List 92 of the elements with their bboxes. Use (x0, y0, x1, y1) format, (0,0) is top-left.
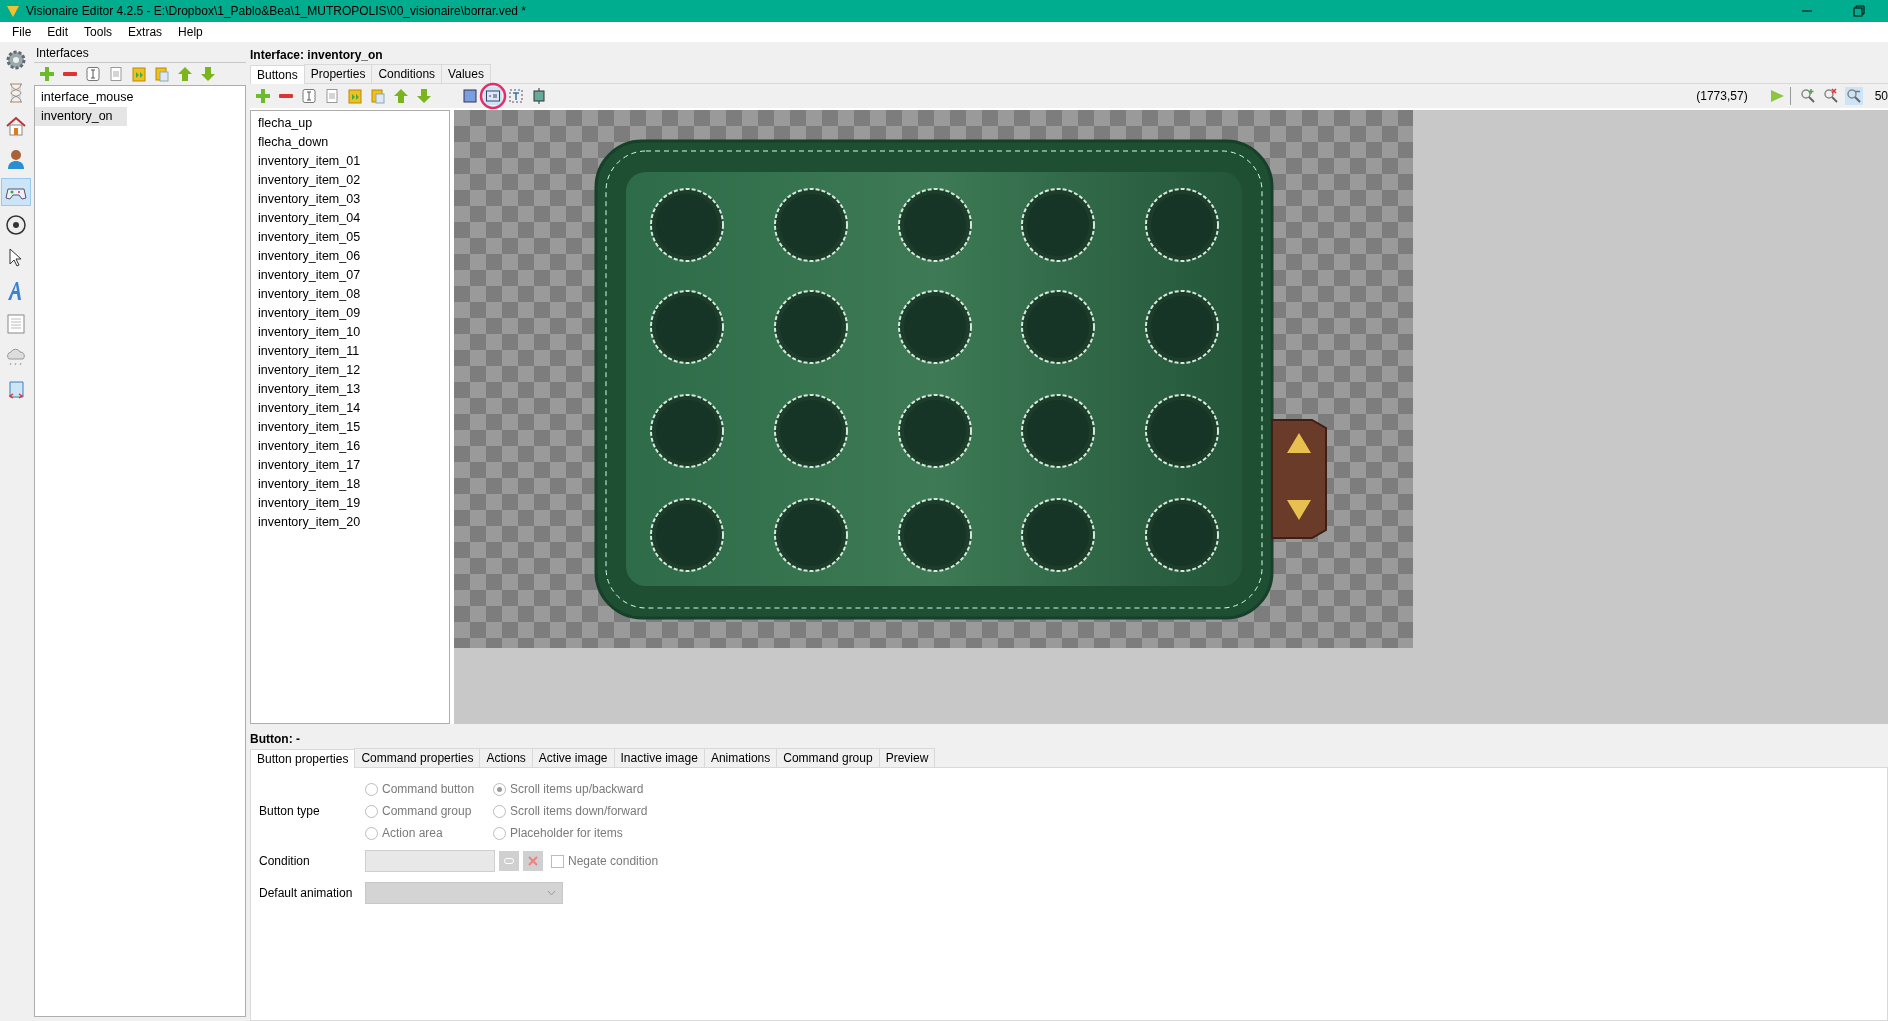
field-label: Button type (259, 804, 321, 818)
button-item[interactable]: inventory_item_11 (251, 342, 449, 361)
add-icon[interactable] (39, 66, 55, 82)
radio-label: Scroll items up/backward (510, 782, 644, 796)
button-item[interactable]: inventory_item_20 (251, 513, 449, 532)
radio-label: Command group (382, 804, 472, 818)
radio-label: Placeholder for items (510, 826, 623, 840)
button-item[interactable]: inventory_item_05 (251, 228, 449, 247)
panel-title: Interfaces (34, 46, 246, 63)
arrow-up-icon[interactable] (177, 66, 193, 82)
button-item[interactable]: inventory_item_04 (251, 209, 449, 228)
app-logo-icon (6, 4, 20, 18)
tab[interactable]: Buttons (250, 65, 305, 84)
interface-item[interactable]: inventory_on (35, 107, 127, 126)
tab[interactable]: Preview (878, 748, 936, 767)
cursor-coordinates: (1773,57) (1696, 89, 1748, 103)
field-label: Default animation (259, 886, 354, 900)
radio-option[interactable]: Command button (365, 782, 493, 796)
close-icon (528, 856, 538, 866)
text-area-icon[interactable] (508, 88, 524, 104)
menu-item[interactable]: Help (170, 25, 211, 39)
rename-icon[interactable] (85, 66, 101, 82)
radio-label: Action area (382, 826, 443, 840)
button-item[interactable]: flecha_down (251, 133, 449, 152)
clear-button[interactable] (523, 851, 543, 871)
play-icon[interactable] (1768, 88, 1785, 104)
button-heading: Button: - (250, 732, 301, 746)
menu-item[interactable]: File (4, 25, 40, 39)
radio-option[interactable]: Scroll items down/forward (493, 804, 1879, 818)
button-item[interactable]: inventory_item_10 (251, 323, 449, 342)
highlight-circle (479, 82, 507, 110)
radio-option[interactable]: Scroll items up/backward (493, 782, 1879, 796)
button-item[interactable]: flecha_up (251, 114, 449, 133)
radio-option[interactable]: Placeholder for items (493, 826, 1879, 840)
chevron-down-icon (547, 890, 556, 896)
button-item[interactable]: inventory_item_14 (251, 399, 449, 418)
button-item[interactable]: inventory_item_06 (251, 247, 449, 266)
document-icon[interactable] (324, 88, 340, 104)
tab[interactable]: Properties (303, 64, 373, 83)
menu-item[interactable]: Extras (120, 25, 171, 39)
button-item[interactable]: inventory_item_16 (251, 437, 449, 456)
button-item[interactable]: inventory_item_13 (251, 380, 449, 399)
link-icon (504, 858, 514, 864)
add-icon[interactable] (255, 88, 271, 104)
radio-label: Scroll items down/forward (510, 804, 648, 818)
zoom-in-icon[interactable] (1799, 88, 1816, 104)
tab[interactable]: Active image (531, 748, 615, 767)
button-item[interactable]: inventory_item_09 (251, 304, 449, 323)
paste-icon[interactable] (154, 66, 170, 82)
tab[interactable]: Button properties (250, 749, 356, 768)
zoom-out-icon[interactable] (1845, 88, 1862, 104)
interface-item[interactable]: interface_mouse (35, 88, 140, 107)
radio-option[interactable]: Command group (365, 804, 493, 818)
button-item[interactable]: inventory_item_19 (251, 494, 449, 513)
checkbox-label: Negate condition (568, 854, 659, 868)
menu-item[interactable]: Edit (39, 25, 77, 39)
rectangle-icon[interactable] (462, 88, 478, 104)
condition-field[interactable] (365, 850, 495, 872)
interface-heading: Interface: inventory_on (250, 48, 384, 62)
button-item[interactable]: inventory_item_01 (251, 152, 449, 171)
menu-item[interactable]: Tools (76, 25, 121, 39)
button-item[interactable]: inventory_item_08 (251, 285, 449, 304)
tab[interactable]: Command group (776, 748, 880, 767)
arrow-down-icon[interactable] (200, 66, 216, 82)
document-icon[interactable] (108, 66, 124, 82)
radio-label: Command button (382, 782, 475, 796)
zoom-reset-icon[interactable] (1822, 88, 1839, 104)
tab[interactable]: Values (441, 64, 491, 83)
rename-icon[interactable] (301, 88, 317, 104)
button-item[interactable]: inventory_item_15 (251, 418, 449, 437)
button-item[interactable]: inventory_item_12 (251, 361, 449, 380)
restore-icon[interactable] (1853, 5, 1865, 17)
paste-icon[interactable] (370, 88, 386, 104)
link-button[interactable] (499, 851, 519, 871)
button-area-icon[interactable] (485, 88, 501, 104)
field-label: Condition (259, 854, 311, 868)
button-item[interactable]: inventory_item_18 (251, 475, 449, 494)
button-item[interactable]: inventory_item_07 (251, 266, 449, 285)
zoom-level: 50 (1874, 89, 1888, 103)
arrow-down-icon[interactable] (416, 88, 432, 104)
tab[interactable]: Command properties (354, 748, 481, 767)
arrow-up-icon[interactable] (393, 88, 409, 104)
window-title: Visionaire Editor 4.2.5 - E:\Dropbox\1_Pablo&Bea\1_MUTROPOLIS\00_visionaire\borrar.ved * (26, 4, 528, 18)
button-item[interactable]: inventory_item_02 (251, 171, 449, 190)
checkbox[interactable] (551, 854, 564, 868)
clipboard-icon[interactable] (347, 88, 363, 104)
clipboard-icon[interactable] (131, 66, 147, 82)
button-item[interactable]: inventory_item_03 (251, 190, 449, 209)
radio-option[interactable]: Action area (365, 826, 493, 840)
button-item[interactable]: inventory_item_17 (251, 456, 449, 475)
image-area-icon[interactable] (531, 88, 547, 104)
tab[interactable]: Inactive image (613, 748, 705, 767)
